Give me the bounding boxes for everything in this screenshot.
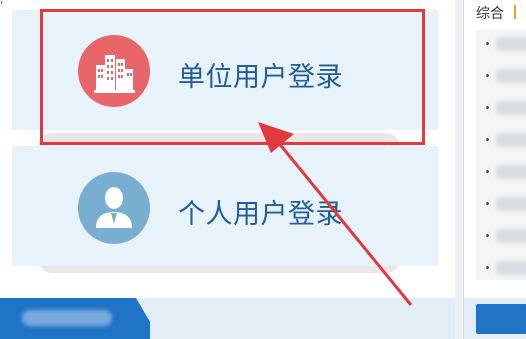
list-item[interactable] [496,133,526,147]
list-bullet [486,74,489,77]
bottom-section-tab[interactable] [0,298,150,339]
blurred-tab-label [22,310,112,326]
user-icon[interactable] [78,172,150,244]
list-item[interactable] [496,37,526,51]
list-bullet [486,138,489,141]
right-bottom-tab[interactable] [476,304,526,334]
list-item[interactable] [496,165,526,179]
list-bullet [486,266,489,269]
corner-mark: ʹ [0,0,4,14]
list-bullet [486,106,489,109]
list-item[interactable] [496,261,526,275]
list-item[interactable] [496,229,526,243]
list-bullet [486,42,489,45]
list-bullet [486,202,489,205]
tab-general[interactable]: 综合 [476,3,504,23]
list-item[interactable] [496,197,526,211]
list-bullet [486,170,489,173]
right-news-panel: 综合 [463,0,526,339]
news-list [476,30,526,280]
person-login-label[interactable]: 个人用户登录 [178,192,343,231]
right-bottom-bar [464,298,526,339]
highlight-box [40,9,425,145]
list-item[interactable] [496,101,526,115]
list-bullet [486,234,489,237]
login-panel: ʹ 单位用户登录 个人用户登录 [0,0,455,339]
list-item[interactable] [496,69,526,83]
bottom-section-bar [0,298,455,339]
tab-separator [514,5,516,19]
